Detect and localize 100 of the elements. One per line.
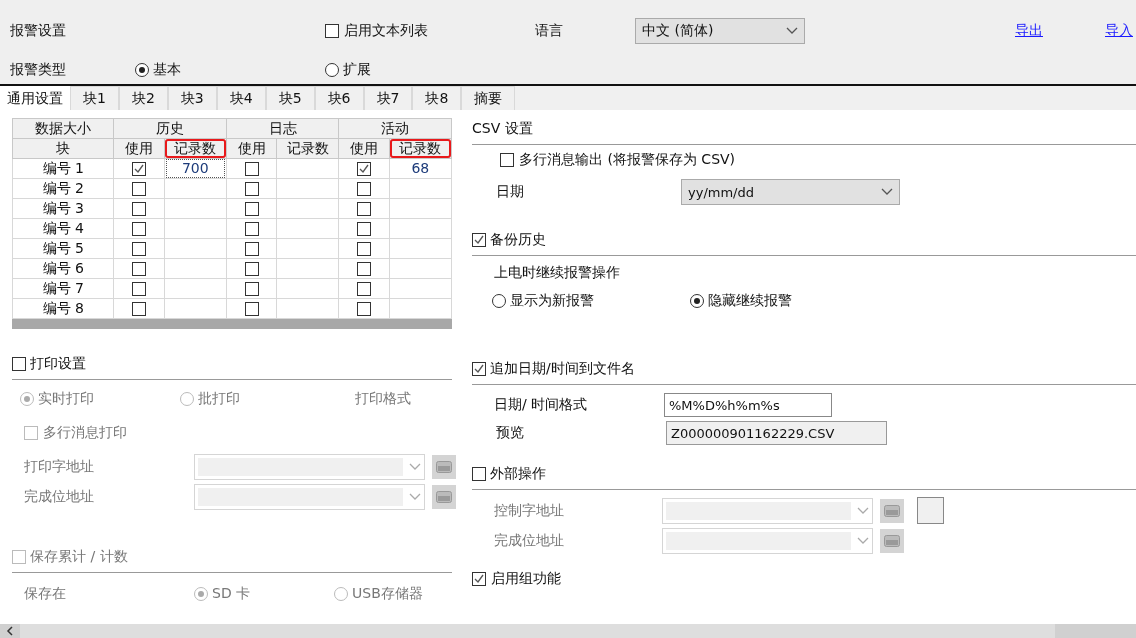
caret-icon bbox=[857, 506, 869, 515]
tab[interactable]: 块6 bbox=[314, 86, 364, 110]
checkbox[interactable] bbox=[357, 281, 372, 296]
checkbox-label: 启用文本列表 bbox=[344, 22, 428, 40]
radio-button[interactable] bbox=[180, 392, 194, 406]
radio-label: 显示为新报警 bbox=[510, 292, 594, 310]
field-label: 上电时继续报警操作 bbox=[494, 264, 621, 282]
checkbox[interactable] bbox=[244, 281, 259, 296]
checkbox[interactable] bbox=[472, 362, 486, 376]
preview-field: Z000000901162229.CSV bbox=[666, 421, 887, 445]
field-label: 日期 bbox=[496, 183, 525, 201]
keypad-icon bbox=[436, 461, 452, 473]
radio-button[interactable] bbox=[194, 587, 208, 601]
tab[interactable]: 块7 bbox=[363, 86, 413, 110]
field-label: 保存在 bbox=[24, 585, 67, 603]
checkbox[interactable] bbox=[472, 467, 486, 481]
tab[interactable]: 块3 bbox=[167, 86, 217, 110]
column-header: 数据大小 bbox=[12, 118, 114, 139]
section-title: 报警设置 bbox=[10, 22, 67, 40]
link[interactable]: 导出 bbox=[1015, 22, 1043, 38]
keypad-button[interactable] bbox=[880, 498, 904, 523]
radio-button[interactable] bbox=[135, 63, 149, 77]
radio-label: 实时打印 bbox=[38, 390, 94, 408]
field-label: 打印字地址 bbox=[24, 458, 95, 476]
checkbox[interactable] bbox=[357, 301, 372, 316]
checkbox[interactable] bbox=[325, 24, 339, 38]
radio-label: 扩展 bbox=[343, 61, 371, 79]
radio-button[interactable] bbox=[492, 294, 506, 308]
checkbox[interactable] bbox=[244, 201, 259, 216]
checkbox[interactable] bbox=[244, 161, 259, 176]
checkbox[interactable] bbox=[244, 301, 259, 316]
tab[interactable]: 块8 bbox=[412, 86, 462, 110]
row-header: 编号 6 bbox=[12, 258, 114, 279]
row-header: 编号 7 bbox=[12, 278, 114, 299]
language-label: 语言 bbox=[535, 22, 564, 40]
field-label: 预览 bbox=[496, 424, 525, 442]
checkbox[interactable] bbox=[357, 261, 372, 276]
row-header: 编号 4 bbox=[12, 218, 114, 239]
checkbox[interactable] bbox=[132, 241, 147, 256]
radio-button[interactable] bbox=[690, 294, 704, 308]
section-title: 保存累计 / 计数 bbox=[30, 548, 128, 566]
caret-icon bbox=[409, 493, 421, 501]
field-label: 日期/ 时间格式 bbox=[494, 396, 589, 414]
checkbox[interactable] bbox=[244, 261, 259, 276]
checkbox[interactable] bbox=[500, 153, 514, 167]
radio-button[interactable] bbox=[325, 63, 339, 77]
language-dropdown[interactable]: 中文 (简体) bbox=[635, 18, 805, 44]
row-header: 编号 5 bbox=[12, 238, 114, 259]
tab[interactable]: 摘要 bbox=[461, 86, 516, 110]
color-box[interactable] bbox=[917, 497, 944, 524]
checkbox[interactable] bbox=[357, 161, 372, 176]
count-cell[interactable]: 68 bbox=[390, 159, 450, 178]
tab[interactable]: 块2 bbox=[118, 86, 168, 110]
checkbox[interactable] bbox=[132, 301, 147, 316]
tab[interactable]: 块1 bbox=[70, 86, 119, 110]
checkbox[interactable] bbox=[357, 201, 372, 216]
checkbox[interactable] bbox=[244, 181, 259, 196]
row-header: 编号 2 bbox=[12, 178, 114, 199]
checkbox[interactable] bbox=[357, 181, 372, 196]
radio-button[interactable] bbox=[334, 587, 348, 601]
radio-button[interactable] bbox=[20, 392, 34, 406]
link[interactable]: 导入 bbox=[1105, 22, 1133, 38]
checkbox[interactable] bbox=[132, 181, 147, 196]
column-header: 活动 bbox=[338, 118, 452, 139]
checkbox[interactable] bbox=[132, 201, 147, 216]
section-title: 外部操作 bbox=[490, 465, 546, 483]
radio-label: USB存储器 bbox=[352, 585, 423, 603]
tab[interactable]: 通用设置 bbox=[0, 86, 70, 110]
horizontal-scrollbar[interactable] bbox=[0, 624, 1136, 638]
checkbox[interactable] bbox=[12, 550, 26, 564]
row-header: 编号 8 bbox=[12, 298, 114, 319]
scroll-left-icon[interactable] bbox=[6, 626, 14, 636]
checkbox[interactable] bbox=[472, 572, 486, 586]
count-cell[interactable]: 700 bbox=[165, 159, 225, 178]
checkbox[interactable] bbox=[357, 241, 372, 256]
checkbox[interactable] bbox=[472, 233, 486, 247]
checkbox[interactable] bbox=[244, 221, 259, 236]
radio-label: 批打印 bbox=[198, 390, 240, 408]
checkbox[interactable] bbox=[24, 426, 38, 440]
tab[interactable]: 块4 bbox=[216, 86, 266, 110]
checkbox[interactable] bbox=[244, 241, 259, 256]
checkbox[interactable] bbox=[12, 357, 26, 371]
checkbox[interactable] bbox=[132, 281, 147, 296]
field-label: 完成位地址 bbox=[24, 488, 95, 506]
checkbox[interactable] bbox=[357, 221, 372, 236]
radio-label: 基本 bbox=[153, 61, 181, 79]
caret-icon bbox=[786, 27, 798, 35]
alarm-type-label: 报警类型 bbox=[10, 61, 67, 79]
section-title: CSV 设置 bbox=[472, 120, 533, 138]
checkbox[interactable] bbox=[132, 221, 147, 236]
keypad-icon bbox=[884, 504, 900, 517]
checkbox[interactable] bbox=[132, 261, 147, 276]
column-header: 历史 bbox=[113, 118, 227, 139]
date-format-dropdown[interactable]: yy/mm/dd bbox=[681, 179, 900, 205]
date-time-format-field[interactable]: %M%D%h%m%s bbox=[664, 393, 832, 417]
tab[interactable]: 块5 bbox=[265, 86, 315, 110]
field-label: 完成位地址 bbox=[494, 532, 565, 550]
section-title: 备份历史 bbox=[490, 231, 546, 249]
checkbox[interactable] bbox=[132, 161, 147, 176]
column-header: 日志 bbox=[226, 118, 339, 139]
